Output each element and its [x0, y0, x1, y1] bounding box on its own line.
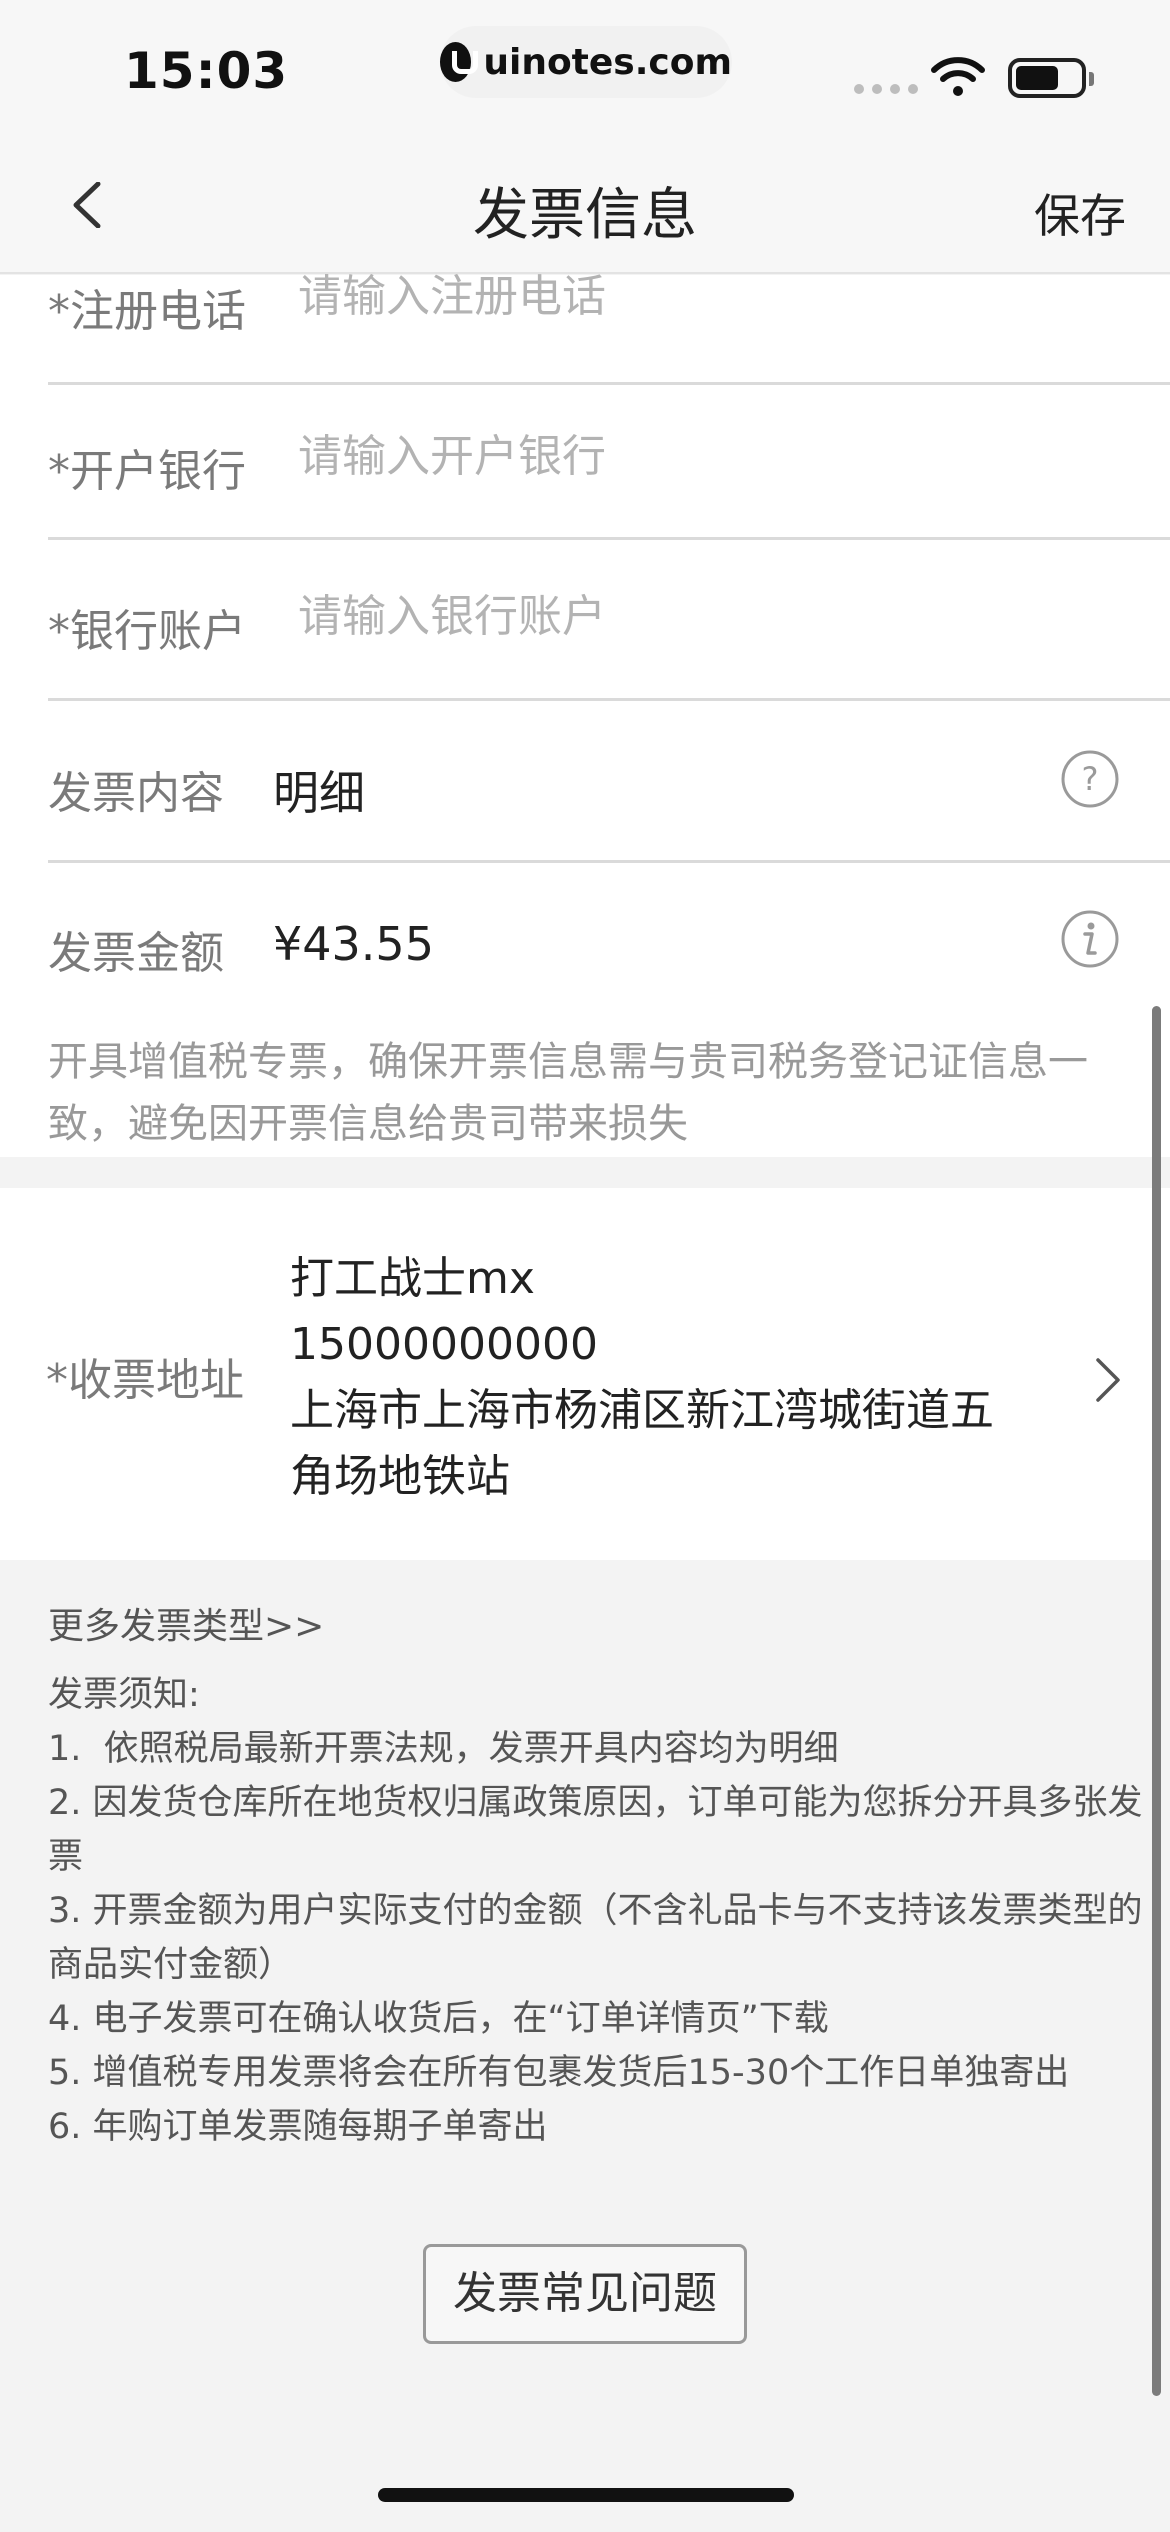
bank-account-input[interactable] — [298, 591, 1058, 642]
scrollbar[interactable] — [1152, 1006, 1161, 2396]
bank-name-input[interactable] — [298, 431, 1058, 482]
address-line-1: 上海市上海市杨浦区新江湾城街道五 — [290, 1385, 994, 1436]
invoice-content-value: 明细 — [273, 766, 365, 820]
question-circle-icon[interactable]: ? — [1060, 749, 1120, 809]
note-item: 1. 依照税局最新开票法规，发票开具内容均为明细 — [48, 1729, 839, 1769]
cellular-signal-icon — [854, 84, 918, 94]
invoice-amount-label: 发票金额 — [48, 928, 224, 979]
vat-notice: 开具增值税专票，确保开票信息需与贵司税务登记证信息一致，避免因开票信息给贵司带来… — [48, 1039, 1088, 1147]
invoice-amount-value: ¥43.55 — [273, 917, 434, 971]
divider — [48, 382, 1170, 385]
svg-text:?: ? — [1082, 760, 1099, 798]
register-phone-label: *注册电话 — [48, 286, 246, 337]
url-pill[interactable]: uinotes.com — [440, 26, 732, 98]
invoice-notes: 更多发票类型>> 发票须知: 1. 依照税局最新开票法规，发票开具内容均为明细 … — [48, 1600, 1168, 2154]
bank-name-label: *开户银行 — [48, 446, 246, 497]
register-phone-input[interactable] — [298, 271, 1058, 322]
home-indicator — [378, 2488, 794, 2502]
wifi-icon — [931, 57, 985, 96]
divider — [48, 698, 1170, 701]
divider — [48, 860, 1170, 863]
chevron-right-icon[interactable] — [1092, 1356, 1124, 1404]
url-text: uinotes.com — [483, 41, 732, 83]
more-invoice-types-link[interactable]: 更多发票类型>> — [48, 1600, 1168, 1654]
invoice-form: *注册电话 *开户银行 *银行账户 发票内容 明细 ? 发票金额 ¥43.55 … — [0, 271, 1170, 1157]
invoice-faq-button[interactable]: 发票常见问题 — [423, 2244, 747, 2344]
note-item: 4. 电子发票可在确认收货后，在“订单详情页”下载 — [48, 1999, 829, 2039]
site-logo-icon — [440, 42, 479, 82]
bank-account-label: *银行账户 — [48, 606, 246, 657]
address-label: *收票地址 — [46, 1355, 244, 1406]
address-details: 打工战士mx 15000000000 上海市上海市杨浦区新江湾城街道五 角场地铁… — [290, 1246, 1050, 1510]
divider — [48, 537, 1170, 540]
note-item: 2. 因发货仓库所在地货权归属政策原因，订单可能为您拆分开具多张发票 — [48, 1783, 1143, 1877]
note-item: 6. 年购订单发票随每期子单寄出 — [48, 2107, 548, 2147]
info-circle-icon[interactable] — [1060, 909, 1120, 969]
save-button[interactable]: 保存 — [1034, 180, 1126, 246]
recipient-name: 打工战士mx — [290, 1253, 535, 1304]
recipient-phone: 15000000000 — [290, 1319, 598, 1370]
address-line-2: 角场地铁站 — [290, 1451, 510, 1502]
note-item: 5. 增值税专用发票将会在所有包裹发货后15-30个工作日单独寄出 — [48, 2053, 1070, 2093]
form-row-bank-name: *开户银行 — [48, 431, 1170, 595]
note-item: 3. 开票金额为用户实际支付的金额（不含礼品卡与不支持该发票类型的商品实付金额） — [48, 1891, 1143, 1985]
nav-bar: 发票信息 保存 — [0, 140, 1170, 274]
form-row-register-phone: *注册电话 — [48, 271, 1170, 435]
shipping-address[interactable]: *收票地址 打工战士mx 15000000000 上海市上海市杨浦区新江湾城街道… — [0, 1188, 1170, 1560]
status-time: 15:03 — [124, 42, 289, 100]
notes-title: 发票须知: — [48, 1675, 200, 1715]
invoice-content-label: 发票内容 — [48, 768, 224, 819]
battery-icon — [1008, 58, 1094, 98]
form-row-invoice-content: 发票内容 明细 ? — [48, 750, 1170, 917]
form-row-bank-account: *银行账户 — [48, 591, 1170, 755]
page-title: 发票信息 — [473, 183, 697, 248]
status-bar: 15:03 uinotes.com — [0, 0, 1170, 140]
